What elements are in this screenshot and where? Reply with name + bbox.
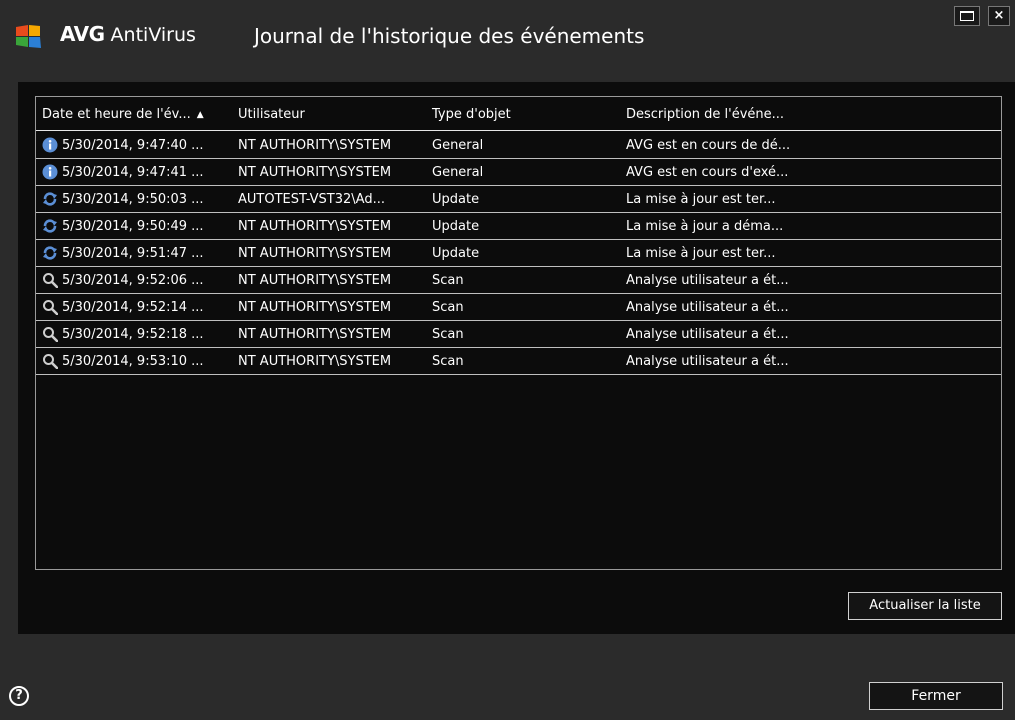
column-header-type[interactable]: Type d'objet bbox=[432, 107, 511, 122]
update-icon bbox=[43, 192, 57, 206]
cell-user: NT AUTHORITY\SYSTEM bbox=[238, 246, 392, 261]
event-table: Date et heure de l'év... ▲ Utilisateur Ty… bbox=[35, 96, 1002, 570]
cell-description: AVG est en cours de dé... bbox=[626, 138, 791, 153]
cell-type: Update bbox=[432, 192, 480, 207]
cell-description: Analyse utilisateur a ét... bbox=[626, 327, 789, 342]
cell-date: 5/30/2014, 9:52:18 ... bbox=[62, 327, 204, 342]
cell-user: NT AUTHORITY\SYSTEM bbox=[238, 327, 392, 342]
cell-user: NT AUTHORITY\SYSTEM bbox=[238, 300, 392, 315]
cell-type: Scan bbox=[432, 300, 464, 315]
close-button[interactable]: Fermer bbox=[869, 682, 1003, 710]
cell-date: 5/30/2014, 9:50:49 ... bbox=[62, 219, 204, 234]
cell-type: Scan bbox=[432, 354, 464, 369]
cell-type: Update bbox=[432, 246, 480, 261]
scan-icon bbox=[43, 300, 58, 315]
brand-product: AntiVirus bbox=[104, 24, 196, 46]
cell-date: 5/30/2014, 9:52:14 ... bbox=[62, 300, 204, 315]
window-title: Journal de l'historique des événements bbox=[254, 24, 645, 48]
scan-icon bbox=[43, 327, 58, 342]
column-header-user[interactable]: Utilisateur bbox=[238, 107, 305, 122]
scan-icon bbox=[43, 354, 58, 369]
table-row[interactable]: 5/30/2014, 9:47:40 ... NT AUTHORITY\SYSTE… bbox=[36, 132, 1001, 159]
cell-description: AVG est en cours d'exé... bbox=[626, 165, 789, 180]
table-row[interactable]: 5/30/2014, 9:52:18 ... NT AUTHORITY\SYSTE… bbox=[36, 321, 1001, 348]
refresh-list-button[interactable]: Actualiser la liste bbox=[848, 592, 1002, 620]
update-icon bbox=[43, 219, 57, 233]
help-icon[interactable]: ? bbox=[9, 686, 29, 706]
table-row[interactable]: 5/30/2014, 9:52:06 ... NT AUTHORITY\SYSTE… bbox=[36, 267, 1001, 294]
column-header-date-label: Date et heure de l'év... bbox=[42, 107, 191, 122]
event-history-window: AVG AntiVirus Journal de l'historique de… bbox=[0, 0, 1015, 720]
maximize-icon bbox=[960, 11, 974, 21]
cell-date: 5/30/2014, 9:47:41 ... bbox=[62, 165, 204, 180]
close-window-button[interactable]: × bbox=[988, 6, 1010, 26]
table-row[interactable]: 5/30/2014, 9:51:47 ... NT AUTHORITY\SYSTE… bbox=[36, 240, 1001, 267]
cell-date: 5/30/2014, 9:50:03 ... bbox=[62, 192, 204, 207]
table-row[interactable]: 5/30/2014, 9:53:10 ... NT AUTHORITY\SYSTE… bbox=[36, 348, 1001, 375]
cell-description: Analyse utilisateur a ét... bbox=[626, 300, 789, 315]
cell-date: 5/30/2014, 9:52:06 ... bbox=[62, 273, 204, 288]
cell-user: NT AUTHORITY\SYSTEM bbox=[238, 165, 392, 180]
avg-logo-icon bbox=[16, 25, 41, 48]
cell-user: NT AUTHORITY\SYSTEM bbox=[238, 138, 392, 153]
cell-type: General bbox=[432, 165, 484, 180]
update-icon bbox=[43, 246, 57, 260]
table-header: Date et heure de l'év... ▲ Utilisateur Ty… bbox=[36, 97, 1001, 131]
cell-user: NT AUTHORITY\SYSTEM bbox=[238, 219, 392, 234]
cell-description: Analyse utilisateur a ét... bbox=[626, 273, 789, 288]
sort-ascending-icon: ▲ bbox=[196, 110, 204, 120]
table-row[interactable]: 5/30/2014, 9:47:41 ... NT AUTHORITY\SYSTE… bbox=[36, 159, 1001, 186]
cell-type: General bbox=[432, 138, 484, 153]
scan-icon bbox=[43, 273, 58, 288]
cell-user: NT AUTHORITY\SYSTEM bbox=[238, 273, 392, 288]
cell-date: 5/30/2014, 9:47:40 ... bbox=[62, 138, 204, 153]
cell-type: Scan bbox=[432, 273, 464, 288]
cell-user: NT AUTHORITY\SYSTEM bbox=[238, 354, 392, 369]
title-bar: AVG AntiVirus Journal de l'historique de… bbox=[0, 0, 1015, 78]
app-brand: AVG AntiVirus bbox=[60, 22, 196, 46]
cell-description: Analyse utilisateur a ét... bbox=[626, 354, 789, 369]
brand-name: AVG bbox=[60, 22, 105, 46]
cell-description: La mise à jour est ter... bbox=[626, 246, 776, 261]
cell-type: Scan bbox=[432, 327, 464, 342]
cell-user: AUTOTEST-VST32\Ad... bbox=[238, 192, 385, 207]
table-row[interactable]: 5/30/2014, 9:52:14 ... NT AUTHORITY\SYSTE… bbox=[36, 294, 1001, 321]
column-header-description[interactable]: Description de l'événe... bbox=[626, 107, 784, 122]
maximize-button[interactable] bbox=[954, 6, 980, 26]
column-header-date[interactable]: Date et heure de l'év... ▲ bbox=[42, 107, 204, 122]
cell-description: La mise à jour a déma... bbox=[626, 219, 784, 234]
cell-date: 5/30/2014, 9:53:10 ... bbox=[62, 354, 204, 369]
cell-type: Update bbox=[432, 219, 480, 234]
info-icon bbox=[42, 137, 58, 153]
close-icon: × bbox=[993, 8, 1005, 23]
info-icon bbox=[42, 164, 58, 180]
cell-date: 5/30/2014, 9:51:47 ... bbox=[62, 246, 204, 261]
cell-description: La mise à jour est ter... bbox=[626, 192, 776, 207]
table-row[interactable]: 5/30/2014, 9:50:49 ... NT AUTHORITY\SYSTE… bbox=[36, 213, 1001, 240]
table-row[interactable]: 5/30/2014, 9:50:03 ... AUTOTEST-VST32\Ad.… bbox=[36, 186, 1001, 213]
